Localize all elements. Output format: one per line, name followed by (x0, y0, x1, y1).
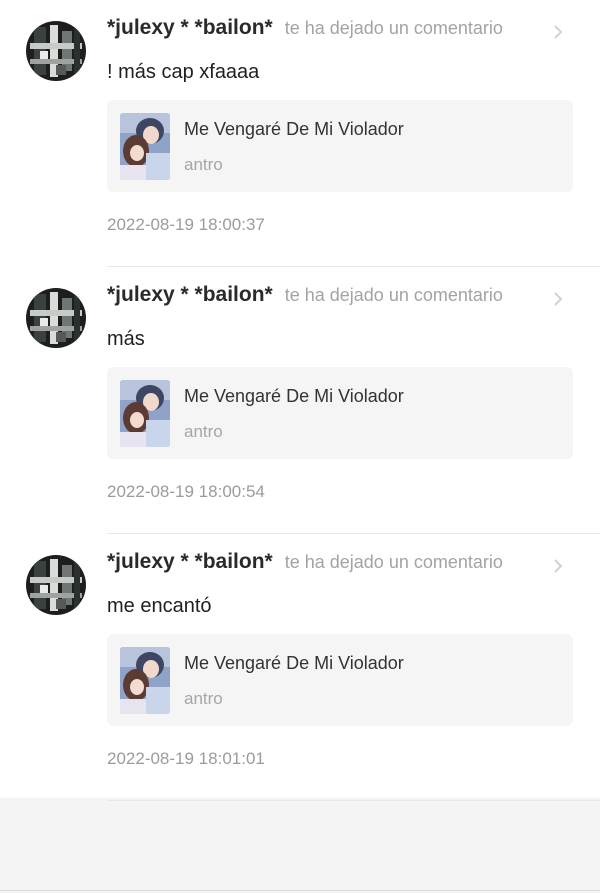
book-title: Me Vengaré De Mi Violador (184, 386, 404, 406)
notification-item[interactable]: *julexy * *bailon* te ha dejado un comen… (0, 534, 600, 801)
username[interactable]: *julexy * *bailon* (107, 550, 273, 574)
notification-list: *julexy * *bailon* te ha dejado un comen… (0, 0, 600, 801)
book-subtitle: antro (184, 689, 223, 708)
book-subtitle: antro (184, 422, 223, 441)
book-cover (120, 647, 170, 714)
timestamp: 2022-08-19 18:01:01 (107, 749, 265, 768)
notification-header: *julexy * *bailon* te ha dejado un comen… (107, 550, 573, 582)
notification-header: *julexy * *bailon* te ha dejado un comen… (107, 16, 573, 48)
bottom-divider (0, 890, 600, 891)
chevron-right-icon[interactable] (551, 290, 565, 308)
divider (107, 800, 600, 801)
notification-item[interactable]: *julexy * *bailon* te ha dejado un comen… (0, 0, 600, 267)
book-title: Me Vengaré De Mi Violador (184, 119, 404, 139)
comment-text: ! más cap xfaaaa (107, 61, 260, 83)
book-card[interactable]: Me Vengaré De Mi Violador antro (107, 634, 573, 726)
notification-header: *julexy * *bailon* te ha dejado un comen… (107, 283, 573, 315)
chevron-right-icon[interactable] (551, 557, 565, 575)
timestamp: 2022-08-19 18:00:37 (107, 215, 265, 234)
notification-content: *julexy * *bailon* te ha dejado un comen… (107, 550, 573, 769)
avatar[interactable] (26, 288, 86, 348)
comment-text: más (107, 328, 145, 350)
action-text: te ha dejado un comentario (284, 552, 503, 572)
username[interactable]: *julexy * *bailon* (107, 16, 273, 40)
book-cover (120, 113, 170, 180)
action-text: te ha dejado un comentario (284, 285, 503, 305)
chevron-right-icon[interactable] (551, 23, 565, 41)
notification-item[interactable]: *julexy * *bailon* te ha dejado un comen… (0, 267, 600, 534)
avatar[interactable] (26, 21, 86, 81)
book-subtitle: antro (184, 155, 223, 174)
notification-content: *julexy * *bailon* te ha dejado un comen… (107, 283, 573, 502)
avatar[interactable] (26, 555, 86, 615)
book-card[interactable]: Me Vengaré De Mi Violador antro (107, 367, 573, 459)
book-title: Me Vengaré De Mi Violador (184, 653, 404, 673)
book-card[interactable]: Me Vengaré De Mi Violador antro (107, 100, 573, 192)
action-text: te ha dejado un comentario (284, 18, 503, 38)
username[interactable]: *julexy * *bailon* (107, 283, 273, 307)
book-cover (120, 380, 170, 447)
notification-content: *julexy * *bailon* te ha dejado un comen… (107, 16, 573, 235)
timestamp: 2022-08-19 18:00:54 (107, 482, 265, 501)
comment-text: me encantó (107, 595, 212, 617)
